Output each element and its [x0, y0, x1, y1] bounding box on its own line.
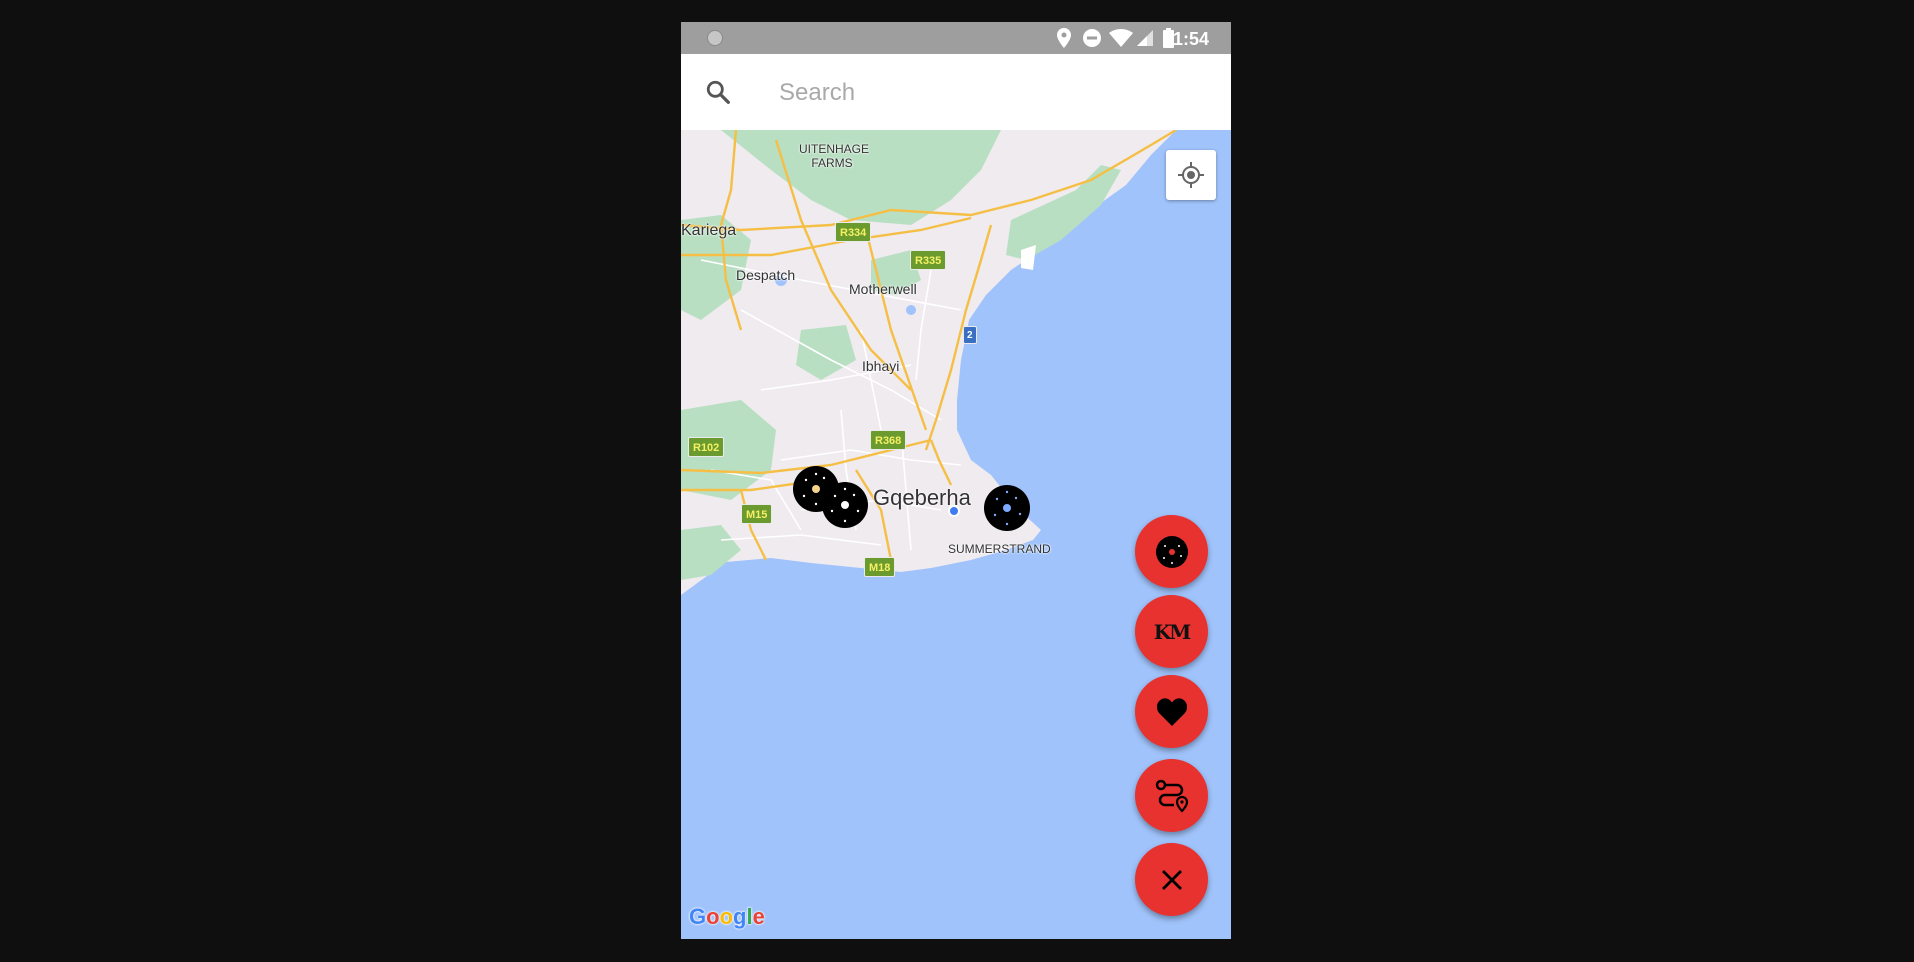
do-not-disturb-icon [1083, 29, 1101, 47]
search-bar [681, 54, 1231, 130]
wifi-icon [1109, 29, 1133, 47]
map-label-uitenhage-farms: UITENHAGE FARMS [799, 142, 870, 170]
search-icon[interactable] [705, 79, 731, 105]
route-shield-n2: 2 [963, 326, 977, 344]
vinyl-record-marker[interactable] [983, 482, 1031, 534]
crosshair-icon [1178, 162, 1204, 188]
route-shield-r368: R368 [870, 430, 907, 450]
search-input[interactable] [777, 74, 1201, 112]
my-location-button[interactable] [1166, 150, 1216, 200]
heart-icon [1156, 697, 1187, 726]
map-label-uitenhage: UITENHAGE [799, 142, 870, 156]
close-fab-button[interactable] [1135, 843, 1208, 916]
km-label: KM [1153, 619, 1192, 644]
map-label-farms: FARMS [811, 156, 853, 170]
status-time: 1:54 [1172, 29, 1209, 49]
location-icon [1057, 28, 1071, 48]
my-location-dot [948, 505, 960, 517]
km-fab-button[interactable]: KM [1135, 595, 1208, 668]
route-shield-r334: R334 [835, 222, 872, 242]
notification-dot-icon [707, 30, 723, 46]
route-shield-r102: R102 [688, 437, 725, 457]
map-label-motherwell: Motherwell [849, 281, 917, 297]
route-icon [1155, 779, 1188, 813]
route-shield-m15: M15 [741, 504, 773, 524]
vinyl-record-marker[interactable] [821, 480, 869, 530]
close-icon [1161, 869, 1182, 890]
status-icons: 1:54 [1001, 22, 1231, 54]
route-shield-m18: M18 [864, 557, 896, 577]
vinyl-record-icon [1155, 535, 1188, 568]
map-label-kariega: Kariega [681, 222, 737, 239]
google-logo: Google [689, 904, 765, 929]
favorites-fab-button[interactable] [1135, 675, 1208, 748]
vinyl-fab-button[interactable] [1135, 515, 1208, 588]
signal-icon [1137, 30, 1153, 46]
map-label-summerstrand: SUMMERSTRAND [948, 542, 1051, 556]
status-bar: 1:54 [681, 22, 1231, 54]
map-label-despatch: Despatch [736, 267, 796, 283]
route-fab-button[interactable] [1135, 759, 1208, 832]
phone-screen: 1:54 Search UITENHAGE FARMS Kariega Desp… [681, 22, 1231, 939]
route-shield-r335: R335 [910, 250, 947, 270]
map-label-ibhayi: Ibhayi [862, 358, 900, 374]
